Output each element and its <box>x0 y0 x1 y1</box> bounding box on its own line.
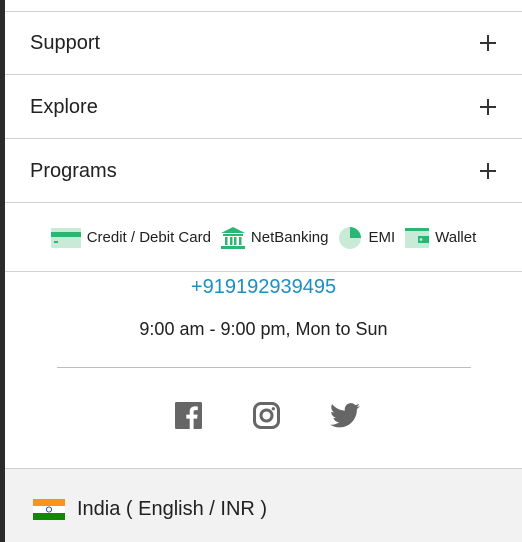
accordion-label: Support <box>30 31 101 54</box>
country-selector-bar: India ( English / INR ) <box>5 468 522 542</box>
country-selector[interactable]: India ( English / INR ) <box>33 498 267 521</box>
accordion-explore[interactable]: Explore <box>5 76 522 139</box>
footer-panel: Support Explore Programs Credit / Debit … <box>5 0 522 542</box>
wallet-icon <box>405 227 430 248</box>
payment-methods: Credit / Debit Card NetBanking EMI Walle… <box>5 204 522 272</box>
instagram-icon[interactable] <box>252 402 280 434</box>
payment-wallet: Wallet <box>405 227 477 248</box>
payment-label: NetBanking <box>250 229 329 246</box>
plus-icon[interactable] <box>480 163 496 179</box>
emi-pie-icon <box>339 226 362 249</box>
payment-card: Credit / Debit Card <box>50 227 211 248</box>
card-icon <box>50 227 81 248</box>
payment-label: EMI <box>368 229 396 246</box>
plus-icon[interactable] <box>480 35 496 51</box>
plus-icon[interactable] <box>480 99 496 115</box>
accordion-label: Programs <box>30 159 117 182</box>
accordion-support[interactable]: Support <box>5 12 522 75</box>
phone-link[interactable]: +919192939495 <box>5 276 522 299</box>
accordion-label: Explore <box>30 95 98 118</box>
social-links <box>175 402 360 434</box>
country-label: India ( English / INR ) <box>77 498 268 520</box>
bank-icon <box>220 226 245 249</box>
payment-label: Wallet <box>435 229 477 246</box>
accordion-programs[interactable]: Programs <box>5 140 522 203</box>
india-flag-icon <box>33 499 65 520</box>
support-hours: 9:00 am - 9:00 pm, Mon to Sun <box>139 319 388 339</box>
payment-label: Credit / Debit Card <box>86 229 211 246</box>
facebook-icon[interactable] <box>175 402 202 434</box>
payment-netbanking: NetBanking <box>220 226 329 249</box>
twitter-icon[interactable] <box>330 403 360 433</box>
payment-emi: EMI <box>338 226 395 250</box>
divider <box>57 367 471 368</box>
